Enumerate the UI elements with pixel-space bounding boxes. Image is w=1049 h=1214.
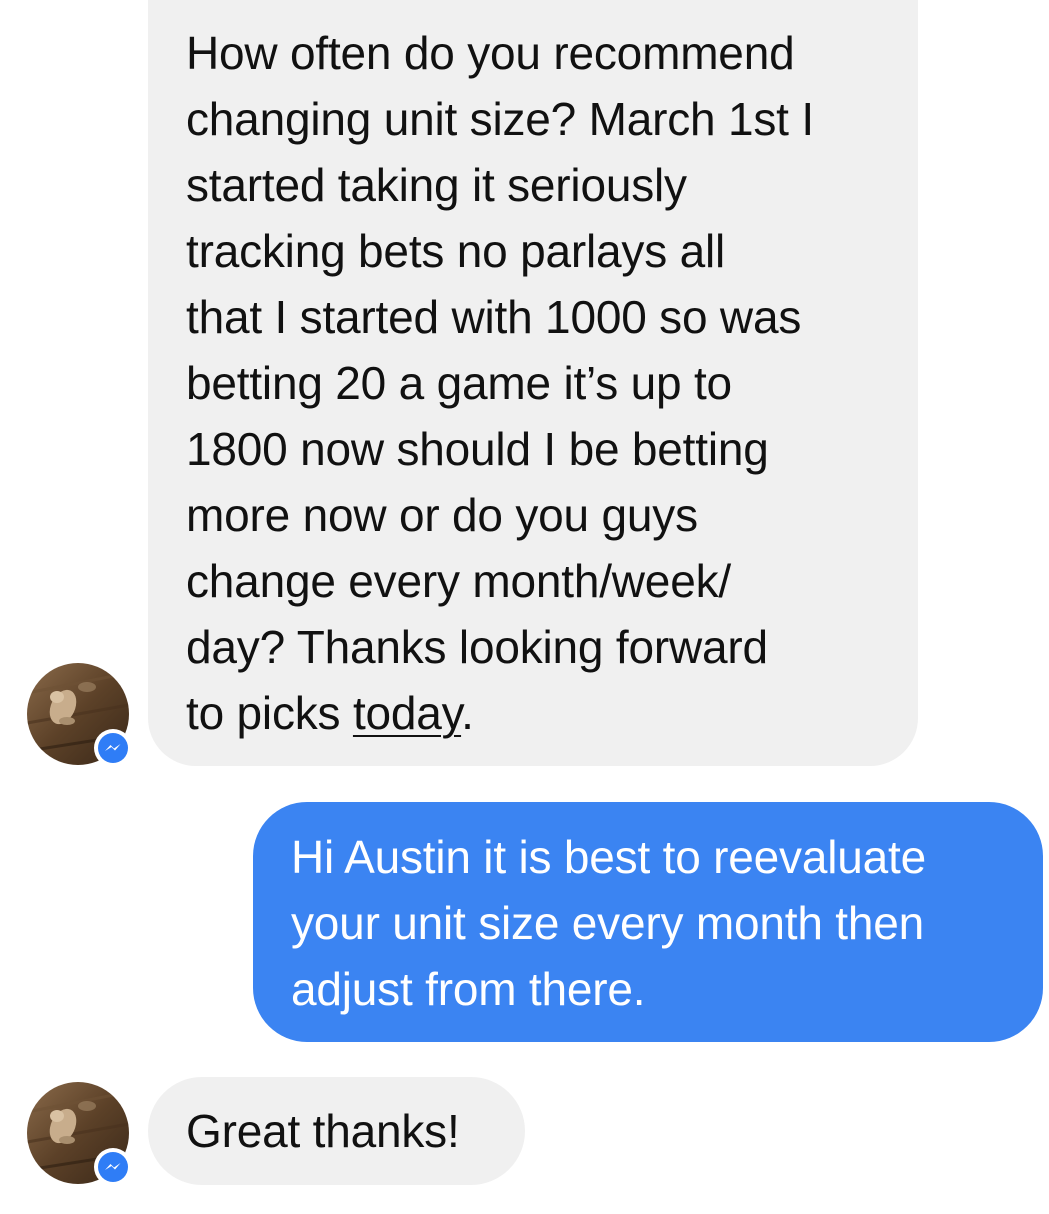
- message-line: tracking bets no parlays all: [186, 225, 726, 277]
- incoming-message-bubble[interactable]: How often do you recommend changing unit…: [148, 0, 918, 766]
- message-line: day? Thanks looking forward: [186, 621, 768, 673]
- messenger-badge: [94, 1148, 132, 1186]
- message-line: change every month/week/: [186, 555, 731, 607]
- messenger-icon: [98, 1152, 128, 1182]
- incoming-message-bubble[interactable]: Great thanks!: [148, 1077, 525, 1185]
- outgoing-message-bubble[interactable]: Hi Austin it is best to reevaluate your …: [253, 802, 1043, 1042]
- message-line: Great thanks!: [186, 1105, 460, 1157]
- message-line: changing unit size? March 1st I: [186, 93, 814, 145]
- message-line: that I started with 1000 so was: [186, 291, 802, 343]
- message-text: to picks: [186, 687, 353, 739]
- messenger-icon: [98, 733, 128, 763]
- message-line: your unit size every month then: [291, 897, 925, 949]
- message-line: adjust from there.: [291, 963, 646, 1015]
- message-line-last: to picks today.: [186, 680, 888, 746]
- message-line: started taking it seriously: [186, 159, 687, 211]
- message-line: more now or do you guys: [186, 489, 698, 541]
- messenger-badge: [94, 729, 132, 767]
- message-line: 1800 now should I be betting: [186, 423, 769, 475]
- message-text: .: [461, 687, 474, 739]
- message-line: Hi Austin it is best to reevaluate: [291, 831, 926, 883]
- message-line: How often do you recommend: [186, 27, 795, 79]
- message-line: betting 20 a game it’s up to: [186, 357, 732, 409]
- date-link[interactable]: today: [353, 687, 461, 739]
